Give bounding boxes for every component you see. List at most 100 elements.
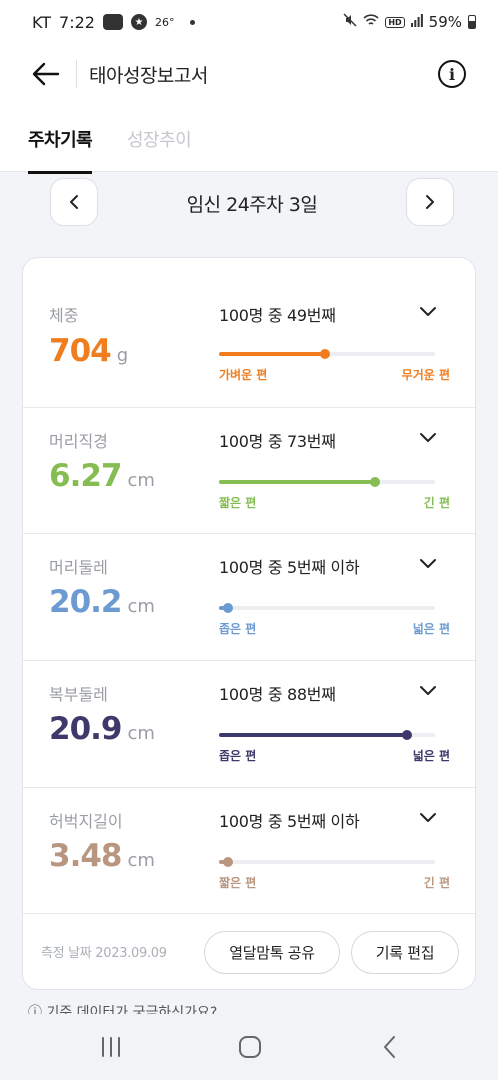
notification-dot-icon [190, 19, 196, 25]
percentile-rank: 100명 중 49번째 [219, 306, 336, 325]
system-back-button[interactable] [375, 1034, 405, 1060]
metric-unit: cm [127, 470, 155, 491]
carrier: KT [32, 12, 52, 32]
metric-number: 704 [49, 333, 112, 369]
percentile-track [219, 857, 435, 867]
info-icon: i [448, 64, 456, 84]
page-title: 태아성장보고서 [89, 64, 208, 87]
metric-row-abdominal-circumference[interactable]: 복부둘레 20.9 cm 100명 중 88번째 좁은 편 넓은 편 [23, 661, 475, 788]
signal-icon [410, 13, 423, 31]
scale-low-label: 좁은 편 [219, 622, 257, 636]
metric-number: 3.48 [49, 838, 122, 874]
percentile-rank: 100명 중 73번째 [219, 432, 336, 451]
mute-icon [343, 13, 357, 31]
chevron-down-icon[interactable] [418, 684, 438, 698]
chevron-down-icon[interactable] [418, 305, 438, 319]
scale-low-label: 짧은 편 [219, 496, 257, 510]
percentile-marker [223, 603, 233, 613]
metric-name: 머리직경 [49, 432, 108, 451]
arrow-left-icon [32, 62, 60, 86]
percentile-track [219, 730, 435, 740]
battery-percent: 59% [428, 13, 462, 31]
metric-name: 복부둘레 [49, 685, 108, 704]
appbar-divider [76, 60, 77, 88]
home-button[interactable] [235, 1034, 265, 1060]
metric-row-head-diameter[interactable]: 머리직경 6.27 cm 100명 중 73번째 짧은 편 긴 편 [23, 408, 475, 534]
metric-number: 20.9 [49, 711, 122, 747]
tab-bar: 주차기록 성장추이 [0, 104, 498, 174]
metric-name: 허벅지길이 [49, 812, 123, 831]
metric-value: 704 g [49, 333, 128, 369]
metric-name: 머리둘레 [49, 558, 108, 577]
scale-high-label: 넓은 편 [412, 622, 450, 636]
battery-icon [468, 15, 476, 29]
metric-value: 3.48 cm [49, 838, 155, 874]
chevron-right-icon [426, 195, 434, 209]
status-bar: KT 7:22 ★ 26° HD 59% [0, 0, 498, 44]
temperature: 26° [154, 15, 175, 29]
scale-high-label: 넓은 편 [412, 749, 450, 763]
tab-growth-trend[interactable]: 성장추이 [127, 126, 192, 152]
recent-apps-button[interactable] [96, 1034, 126, 1060]
metric-value: 6.27 cm [49, 458, 155, 494]
star-badge-icon: ★ [130, 14, 147, 30]
metric-value: 20.9 cm [49, 711, 155, 747]
chevron-down-icon[interactable] [418, 431, 438, 445]
next-week-button[interactable] [406, 178, 454, 226]
week-label: 임신 24주차 3일 [186, 194, 318, 216]
percentile-fill [219, 733, 407, 737]
back-button[interactable] [18, 44, 74, 104]
percentile-fill [219, 352, 325, 356]
metric-name: 체중 [49, 306, 79, 325]
percentile-marker [370, 477, 380, 487]
chevron-down-icon[interactable] [418, 557, 438, 571]
metric-unit: cm [127, 723, 155, 744]
scale-high-label: 긴 편 [423, 876, 450, 890]
metric-unit: g [116, 345, 129, 366]
back-icon [384, 1036, 395, 1058]
scale-low-label: 좁은 편 [219, 749, 257, 763]
clock: 7:22 [59, 12, 95, 32]
metric-row-weight[interactable]: 체중 704 g 100명 중 49번째 가벼운 편 무거운 편 [23, 258, 475, 408]
percentile-track [219, 349, 435, 359]
percentile-rank: 100명 중 5번째 이하 [219, 558, 360, 577]
prev-week-button[interactable] [50, 178, 98, 226]
metric-value: 20.2 cm [49, 584, 155, 620]
system-navigation-bar [0, 1014, 498, 1080]
scale-high-label: 긴 편 [423, 496, 450, 510]
app-bar: 태아성장보고서 i [0, 44, 498, 104]
metric-unit: cm [127, 850, 155, 871]
tab-weekly-record[interactable]: 주차기록 [28, 126, 93, 174]
home-icon [239, 1036, 261, 1058]
percentile-track [219, 477, 435, 487]
percentile-fill [219, 480, 375, 484]
recent-apps-icon [102, 1037, 120, 1057]
metric-row-head-circumference[interactable]: 머리둘레 20.2 cm 100명 중 5번째 이하 좁은 편 넓은 편 [23, 534, 475, 661]
scale-high-label: 무거운 편 [401, 368, 450, 382]
metric-number: 6.27 [49, 458, 122, 494]
hd-icon: HD [385, 16, 405, 28]
status-right: HD 59% [343, 13, 476, 31]
growth-report-card: 체중 704 g 100명 중 49번째 가벼운 편 무거운 편 머리직경 6.… [22, 257, 476, 990]
percentile-track [219, 603, 435, 613]
news-badge-icon [102, 14, 123, 30]
percentile-marker [223, 857, 233, 867]
percentile-rank: 100명 중 88번째 [219, 685, 336, 704]
chevron-left-icon [70, 195, 78, 209]
edit-record-button[interactable]: 기록 편집 [351, 931, 459, 974]
percentile-marker [320, 349, 330, 359]
week-navigator: 임신 24주차 3일 [50, 178, 454, 226]
scale-low-label: 가벼운 편 [219, 368, 268, 382]
card-footer: 측정 날짜 2023.09.09 열달맘톡 공유 기록 편집 [23, 914, 475, 989]
scale-low-label: 짧은 편 [219, 876, 257, 890]
percentile-marker [402, 730, 412, 740]
percentile-rank: 100명 중 5번째 이하 [219, 812, 360, 831]
status-left: KT 7:22 ★ 26° [32, 12, 196, 32]
measure-date: 측정 날짜 2023.09.09 [41, 946, 167, 961]
info-button[interactable]: i [438, 60, 466, 88]
metric-number: 20.2 [49, 584, 122, 620]
metric-row-femur-length[interactable]: 허벅지길이 3.48 cm 100명 중 5번째 이하 짧은 편 긴 편 [23, 788, 475, 914]
wifi-icon [363, 13, 379, 31]
share-button[interactable]: 열달맘톡 공유 [204, 931, 340, 974]
chevron-down-icon[interactable] [418, 811, 438, 825]
